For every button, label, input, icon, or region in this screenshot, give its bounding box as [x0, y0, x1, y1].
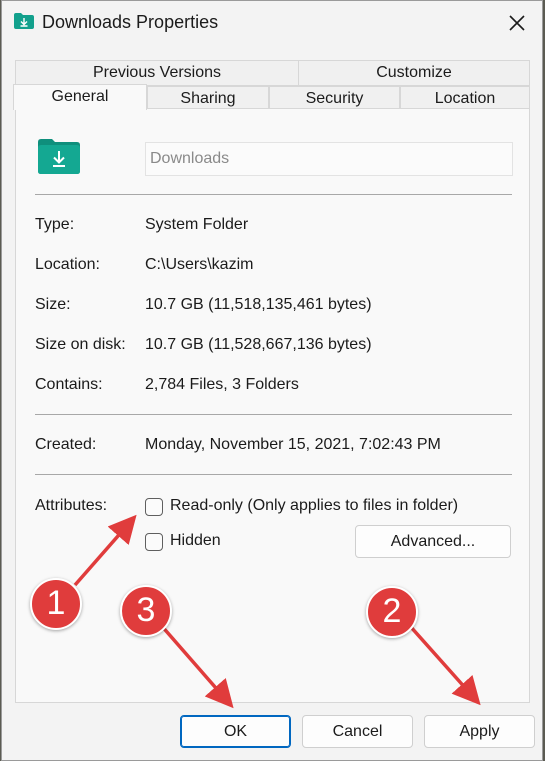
close-button[interactable] — [502, 9, 532, 37]
size-on-disk-label: Size on disk: — [35, 336, 126, 353]
advanced-button[interactable]: Advanced... — [355, 525, 511, 558]
tab-label: Previous Versions — [92, 64, 222, 81]
folder-name-input[interactable] — [145, 142, 513, 176]
type-label: Type: — [35, 216, 75, 233]
close-icon — [509, 15, 525, 31]
created-value: Monday, November 15, 2021, 7:02:43 PM — [145, 436, 441, 453]
size-on-disk-value: 10.7 GB (11,528,667,136 bytes) — [145, 336, 372, 353]
tab-label: General — [51, 88, 109, 105]
cancel-button[interactable]: Cancel — [302, 715, 413, 748]
downloads-folder-icon — [14, 13, 34, 29]
tab-label: Location — [434, 90, 496, 107]
downloads-folder-icon — [38, 138, 80, 179]
tab-sharing[interactable]: Sharing — [147, 86, 269, 110]
tab-label: Security — [305, 90, 364, 107]
type-value: System Folder — [145, 216, 249, 233]
title-bar[interactable]: Downloads Properties — [2, 1, 542, 45]
location-value: C:\Users\kazim — [145, 256, 254, 273]
divider — [35, 414, 512, 415]
tab-previous-versions[interactable]: Previous Versions — [15, 60, 299, 86]
annotation-badge-1: 1 — [30, 578, 82, 630]
readonly-label: Read-only (Only applies to files in fold… — [170, 497, 459, 514]
apply-button[interactable]: Apply — [424, 715, 535, 748]
contains-value: 2,784 Files, 3 Folders — [145, 376, 299, 393]
readonly-checkbox[interactable] — [145, 498, 163, 516]
created-label: Created: — [35, 436, 97, 453]
tab-label: Sharing — [180, 90, 236, 107]
properties-window: Downloads Properties Previous Versions C… — [1, 0, 543, 761]
tab-general[interactable]: General — [13, 84, 147, 110]
hidden-label: Hidden — [170, 532, 221, 549]
annotation-badge-3: 3 — [120, 585, 172, 637]
hidden-checkbox[interactable] — [145, 533, 163, 551]
general-tab-panel: Type: System Folder Location: C:\Users\k… — [15, 108, 530, 703]
tab-customize[interactable]: Customize — [298, 60, 530, 86]
annotation-badge-2: 2 — [366, 586, 418, 638]
divider — [35, 194, 512, 195]
tab-location[interactable]: Location — [400, 86, 530, 110]
size-value: 10.7 GB (11,518,135,461 bytes) — [145, 296, 372, 313]
ok-button[interactable]: OK — [180, 715, 291, 748]
divider — [35, 474, 512, 475]
location-label: Location: — [35, 256, 100, 273]
window-title: Downloads Properties — [42, 12, 219, 32]
contains-label: Contains: — [35, 376, 103, 393]
size-label: Size: — [35, 296, 71, 313]
tab-label: Customize — [376, 64, 452, 81]
attributes-label: Attributes: — [35, 497, 108, 514]
tab-security[interactable]: Security — [269, 86, 400, 110]
